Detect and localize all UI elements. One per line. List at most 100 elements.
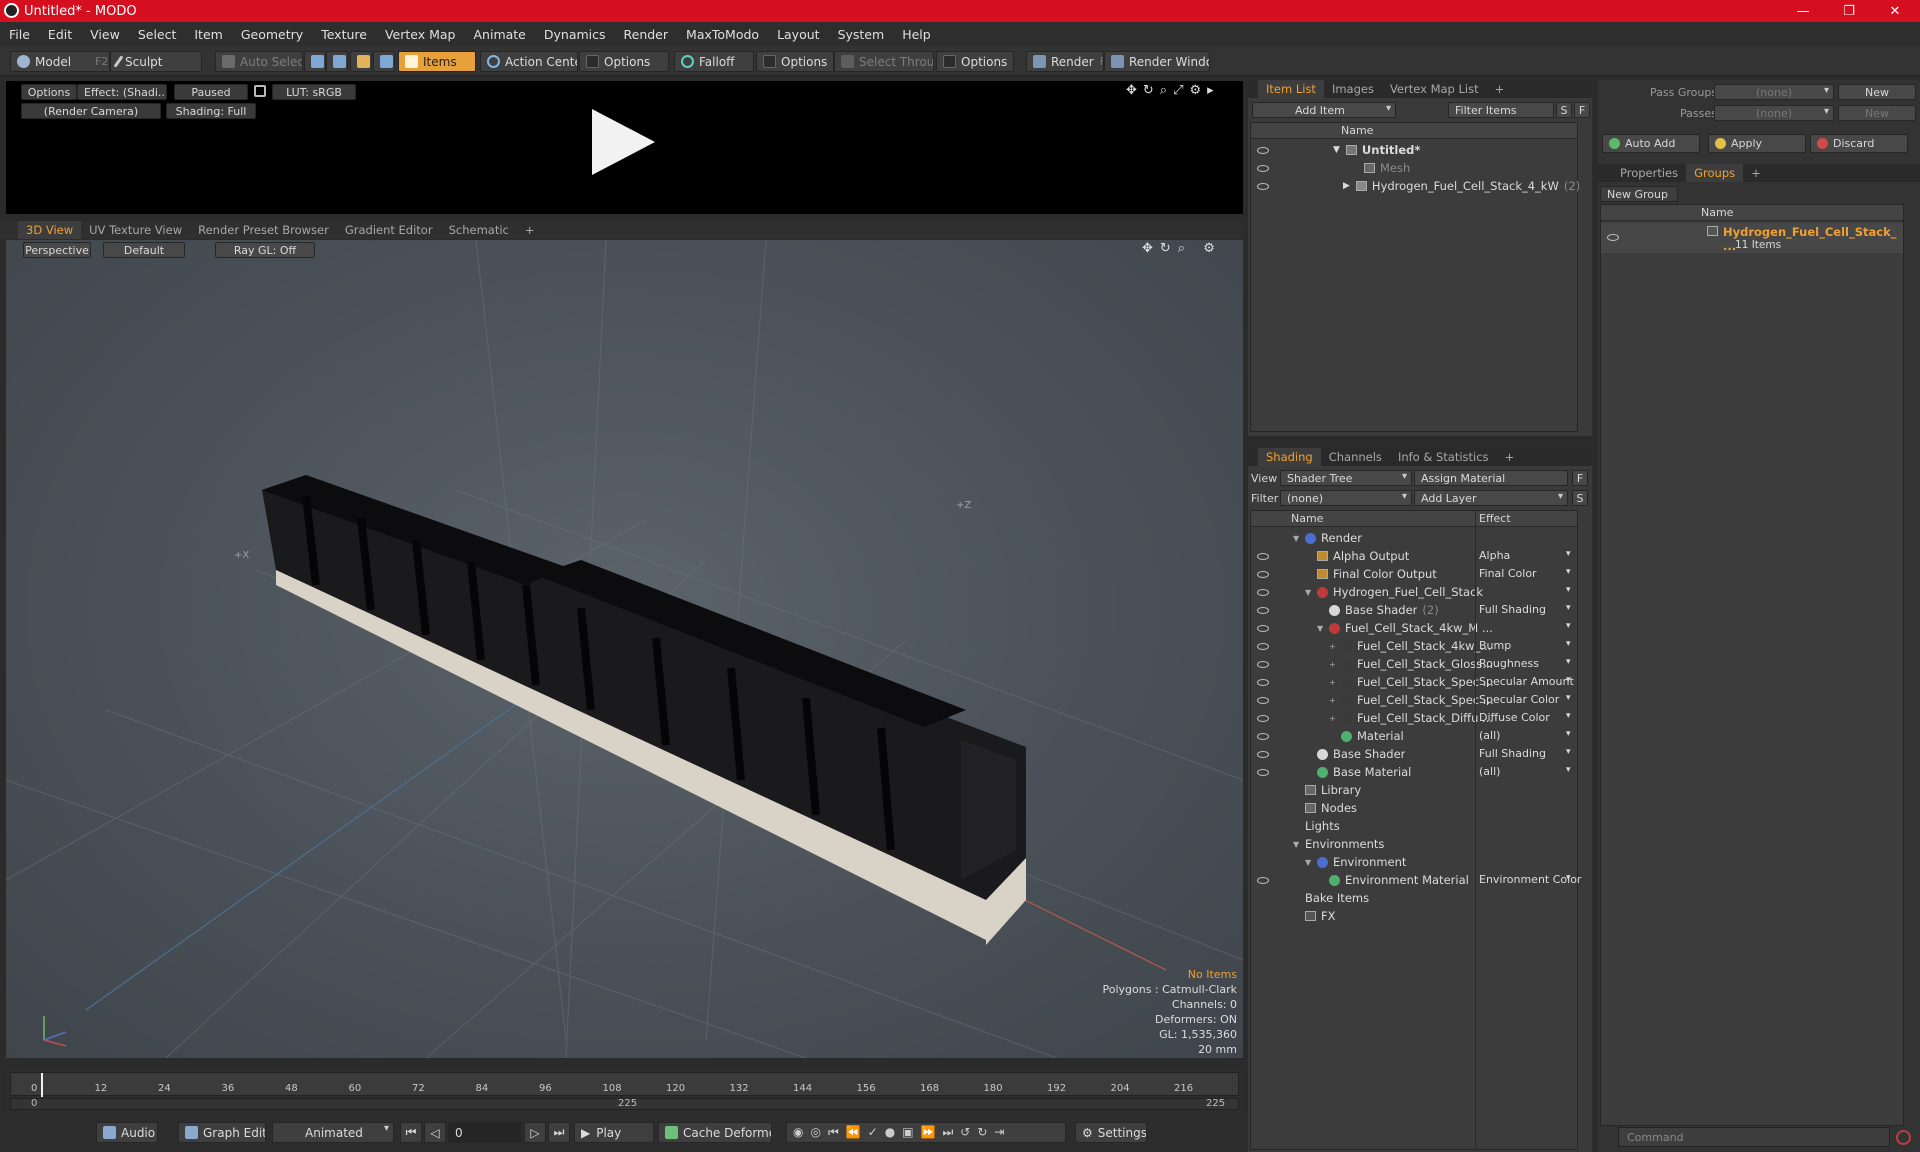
- materials-mode-button[interactable]: [373, 51, 395, 72]
- shader-row[interactable]: Bake Items: [1251, 889, 1577, 907]
- menu-dynamics[interactable]: Dynamics: [535, 27, 615, 42]
- tab-item-list[interactable]: Item List: [1258, 80, 1324, 98]
- shading-f-button[interactable]: F: [1572, 470, 1588, 486]
- item-row-mesh[interactable]: Mesh: [1251, 159, 1577, 177]
- visibility-eye-icon[interactable]: [1257, 642, 1269, 650]
- chevron-down-icon[interactable]: ▾: [1566, 567, 1571, 577]
- menu-help[interactable]: Help: [893, 27, 940, 42]
- column-divider[interactable]: [1475, 511, 1476, 1149]
- shader-row[interactable]: Nodes: [1251, 799, 1577, 817]
- menu-texture[interactable]: Texture: [312, 27, 376, 42]
- new-group-button[interactable]: New Group: [1600, 186, 1678, 202]
- effect-dropdown[interactable]: Roughness: [1479, 657, 1575, 670]
- effect-dropdown[interactable]: Effect: (Shadi...: [77, 84, 167, 100]
- expand-toggle-icon[interactable]: ▼: [1305, 858, 1317, 867]
- expand-toggle-icon[interactable]: +: [1329, 714, 1341, 723]
- model-mode-button[interactable]: Model F2: [10, 51, 110, 72]
- shader-row[interactable]: ▼ Render: [1251, 529, 1577, 547]
- key-tools-strip[interactable]: ◉◎⏮⏪✓●▣⏩⏭↺↻⇥: [786, 1122, 1066, 1143]
- chevron-down-icon[interactable]: ▾: [1566, 873, 1571, 883]
- shader-row[interactable]: ▼ Fuel_Cell_Stack_4kw_M ... ▾: [1251, 619, 1577, 637]
- shader-row[interactable]: + Fuel_Cell_Stack_Diffu ... Diffuse Color ▾: [1251, 709, 1577, 727]
- select-through-button[interactable]: Select Through: [834, 51, 934, 72]
- items-mode-button[interactable]: Items: [398, 51, 476, 72]
- menu-render[interactable]: Render: [615, 27, 678, 42]
- audio-button[interactable]: Audio: [96, 1122, 158, 1143]
- expand-arrow-icon[interactable]: ▶: [1343, 181, 1350, 191]
- shader-row[interactable]: Base Material (all) ▾: [1251, 763, 1577, 781]
- visibility-eye-icon[interactable]: [1257, 570, 1269, 578]
- expand-toggle-icon[interactable]: ▼: [1293, 534, 1305, 543]
- visibility-eye-icon[interactable]: [1257, 606, 1269, 614]
- select-options-button[interactable]: Options: [936, 51, 1014, 72]
- tab-uv-texture-view[interactable]: UV Texture View: [81, 221, 190, 239]
- perspective-dropdown[interactable]: Perspective: [23, 242, 91, 258]
- pass-groups-dropdown[interactable]: (none): [1714, 84, 1834, 100]
- command-input[interactable]: Command: [1618, 1127, 1890, 1147]
- effect-dropdown[interactable]: Full Shading: [1479, 747, 1575, 760]
- chevron-down-icon[interactable]: ▾: [1566, 657, 1571, 667]
- tab-groups[interactable]: Groups: [1686, 164, 1744, 182]
- chevron-down-icon[interactable]: ▾: [1566, 621, 1571, 631]
- tab-images[interactable]: Images: [1324, 80, 1382, 98]
- lut-dropdown[interactable]: LUT: sRGB: [272, 84, 356, 100]
- shader-row[interactable]: ▼ Hydrogen_Fuel_Cell_Stack ... ▾: [1251, 583, 1577, 601]
- shader-row[interactable]: ▼ Environments: [1251, 835, 1577, 853]
- shader-row[interactable]: Material (all) ▾: [1251, 727, 1577, 745]
- effect-dropdown[interactable]: Environment Color: [1479, 873, 1581, 886]
- visibility-eye-icon[interactable]: [1257, 876, 1269, 884]
- camera-dropdown[interactable]: (Render Camera): [21, 103, 161, 119]
- shader-row[interactable]: Base Shader Full Shading ▾: [1251, 745, 1577, 763]
- visibility-eye-icon[interactable]: [1257, 696, 1269, 704]
- visibility-eye-icon[interactable]: [1257, 750, 1269, 758]
- tab-shading[interactable]: Shading: [1258, 448, 1321, 466]
- 3d-viewport[interactable]: +X +Z Perspective Default Ray GL: Off ✥↻…: [6, 240, 1243, 1058]
- sculpt-mode-button[interactable]: Sculpt: [110, 51, 202, 72]
- tab-channels[interactable]: Channels: [1321, 448, 1390, 466]
- effect-dropdown[interactable]: Specular Color: [1479, 693, 1575, 706]
- falloff-button[interactable]: Falloff: [674, 51, 754, 72]
- menu-maxtomodo[interactable]: MaxToModo: [677, 27, 768, 42]
- filter-items-input[interactable]: Filter Items: [1448, 102, 1554, 118]
- passes-dropdown[interactable]: (none): [1714, 105, 1834, 121]
- menu-geometry[interactable]: Geometry: [232, 27, 312, 42]
- visibility-eye-icon[interactable]: [1257, 164, 1269, 172]
- view-dropdown[interactable]: Shader Tree: [1280, 470, 1412, 486]
- shader-row[interactable]: + Fuel_Cell_Stack_Spec ... Specular Color ▾: [1251, 691, 1577, 709]
- minimize-button[interactable]: —: [1780, 0, 1826, 22]
- visibility-eye-icon[interactable]: [1257, 768, 1269, 776]
- animated-dropdown[interactable]: Animated: [272, 1122, 394, 1143]
- render-button[interactable]: RenderF9: [1026, 51, 1104, 72]
- effect-dropdown[interactable]: Specular Amount: [1479, 675, 1575, 688]
- shader-row[interactable]: Lights: [1251, 817, 1577, 835]
- group-row-hydrogen[interactable]: Hydrogen_Fuel_Cell_Stack_ ... 11 Items: [1601, 223, 1903, 253]
- shader-row[interactable]: Alpha Output Alpha ▾: [1251, 547, 1577, 565]
- auto-select-button[interactable]: Auto Select: [215, 51, 303, 72]
- chevron-down-icon[interactable]: ▾: [1566, 585, 1571, 595]
- menu-vertex-map[interactable]: Vertex Map: [376, 27, 465, 42]
- visibility-eye-icon[interactable]: [1257, 732, 1269, 740]
- item-tree[interactable]: Name ▼ Untitled* Mesh ▶ Hydrogen_Fuel_Ce…: [1250, 122, 1580, 432]
- visibility-eye-icon[interactable]: [1257, 146, 1269, 154]
- polygons-mode-button[interactable]: [350, 51, 372, 72]
- visibility-eye-icon[interactable]: [1257, 678, 1269, 686]
- chevron-down-icon[interactable]: ▾: [1566, 675, 1571, 685]
- graph-editor-button[interactable]: Graph Editor: [178, 1122, 266, 1143]
- visibility-eye-icon[interactable]: [1257, 624, 1269, 632]
- render-window-button[interactable]: Render Window: [1104, 51, 1210, 72]
- action-center-options-button[interactable]: Options: [579, 51, 669, 72]
- chevron-down-icon[interactable]: ▾: [1566, 729, 1571, 739]
- shader-tree[interactable]: Name Effect ▼ Render Alpha Output Alpha ▾ Fin…: [1250, 510, 1581, 1150]
- shading-style-dropdown[interactable]: Default: [103, 242, 185, 258]
- discard-button[interactable]: Discard: [1810, 134, 1908, 153]
- chevron-down-icon[interactable]: ▾: [1566, 549, 1571, 559]
- raygl-dropdown[interactable]: Ray GL: Off: [215, 242, 315, 258]
- effect-dropdown[interactable]: (all): [1479, 765, 1575, 778]
- shader-row[interactable]: Final Color Output Final Color ▾: [1251, 565, 1577, 583]
- menu-file[interactable]: File: [0, 27, 39, 42]
- frame-input[interactable]: 0: [448, 1122, 522, 1143]
- action-center-button[interactable]: Action Center: [480, 51, 578, 72]
- timeline-cursor[interactable]: [41, 1073, 43, 1097]
- chevron-down-icon[interactable]: ▾: [1566, 693, 1571, 703]
- filter-dropdown[interactable]: (none): [1280, 490, 1412, 506]
